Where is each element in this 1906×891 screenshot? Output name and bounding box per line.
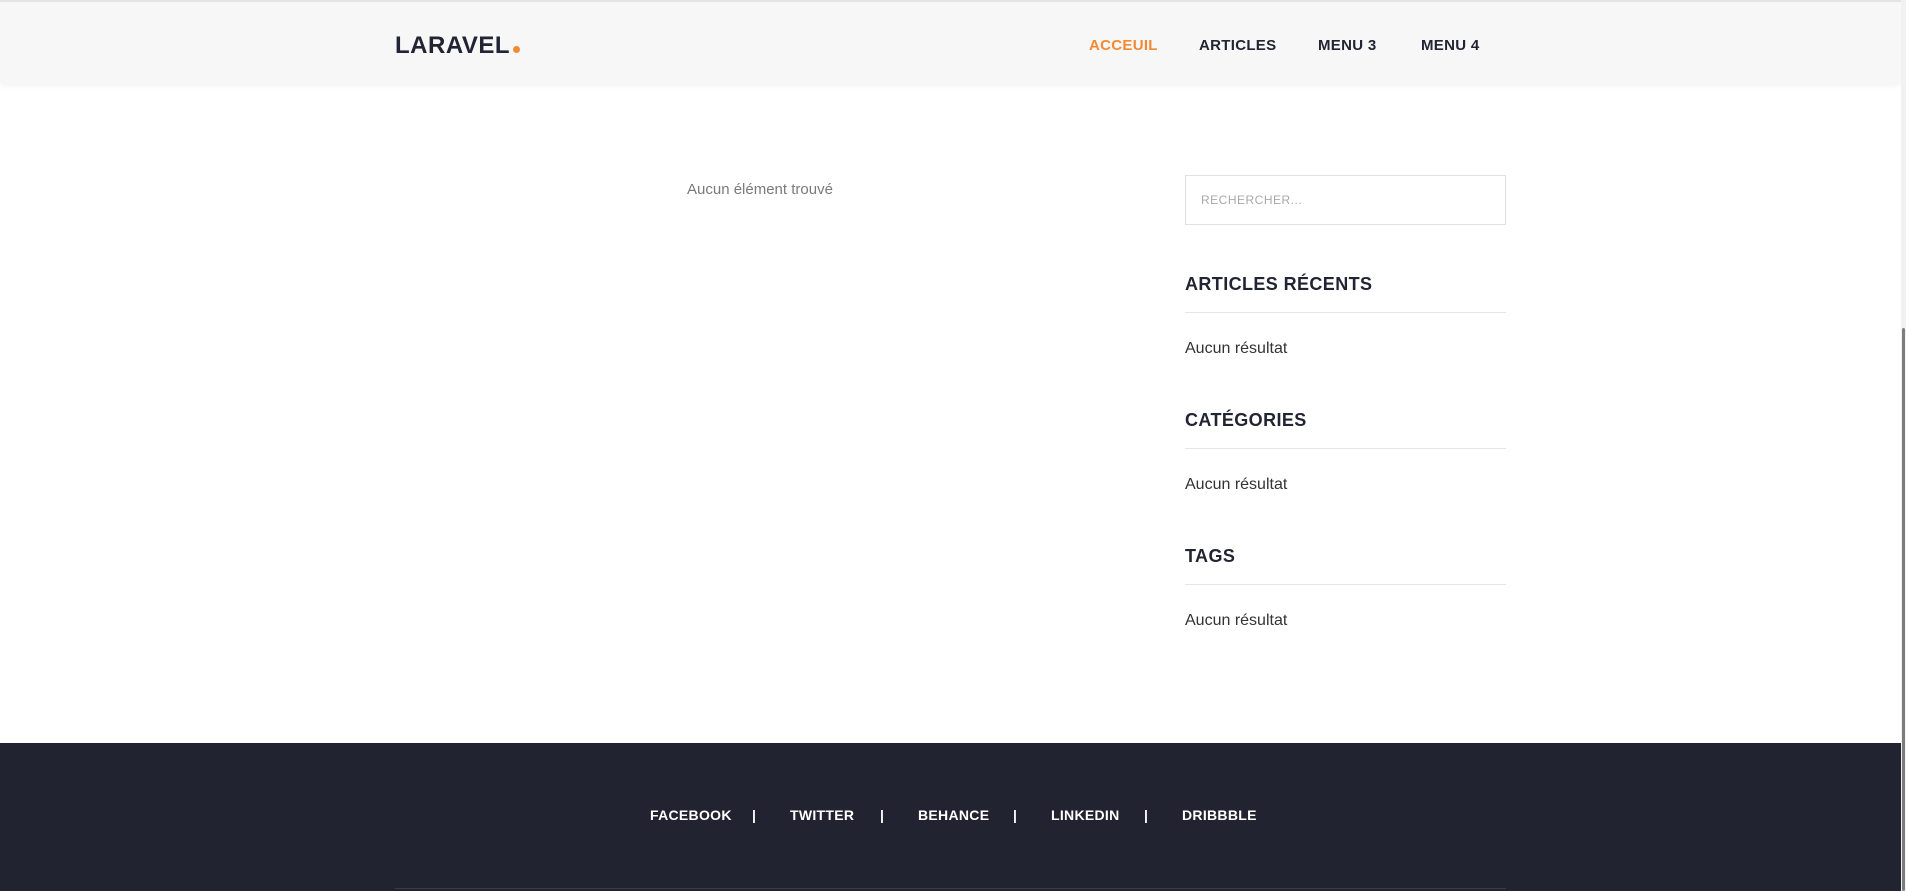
vertical-scrollbar[interactable] [1901, 0, 1906, 891]
social-link-facebook[interactable]: FACEBOOK [650, 805, 732, 825]
widget-empty-text: Aucun résultat [1185, 340, 1288, 357]
sidebar: ARTICLES RÉCENTS Aucun résultat CATÉGORI… [1185, 175, 1506, 629]
social-link-linkedin[interactable]: LINKEDIN [1051, 805, 1120, 825]
nav-item-menu-3[interactable]: MENU 3 [1318, 36, 1376, 56]
site-footer: FACEBOOK | TWITTER | BEHANCE | LINKEDIN … [0, 743, 1901, 891]
footer-divider [395, 888, 1506, 889]
search-input[interactable] [1186, 176, 1505, 224]
widget-tags: TAGS Aucun résultat [1185, 544, 1506, 631]
widget-title: TAGS [1185, 544, 1506, 585]
social-link-behance[interactable]: BEHANCE [918, 805, 989, 825]
site-header: LARAVEL ACCEUIL ARTICLES MENU 3 MENU 4 [0, 0, 1901, 83]
widget-empty-text: Aucun résultat [1185, 612, 1288, 629]
link-separator: | [1144, 807, 1148, 823]
social-link-dribbble[interactable]: DRIBBBLE [1182, 805, 1257, 825]
widget-title: CATÉGORIES [1185, 408, 1506, 449]
scrollbar-thumb[interactable] [1902, 328, 1905, 891]
social-link-twitter[interactable]: TWITTER [790, 805, 854, 825]
search-widget [1185, 175, 1506, 225]
widget-title: ARTICLES RÉCENTS [1185, 272, 1506, 313]
link-separator: | [752, 807, 756, 823]
empty-results-message: Aucun élément trouvé [687, 181, 833, 198]
widget-categories: CATÉGORIES Aucun résultat [1185, 408, 1506, 495]
social-links: FACEBOOK | TWITTER | BEHANCE | LINKEDIN … [0, 805, 1901, 825]
page: LARAVEL ACCEUIL ARTICLES MENU 3 MENU 4 A… [0, 0, 1901, 891]
widget-recent-articles: ARTICLES RÉCENTS Aucun résultat [1185, 272, 1506, 359]
main-nav: ACCEUIL ARTICLES MENU 3 MENU 4 [0, 36, 1901, 56]
link-separator: | [1013, 807, 1017, 823]
nav-item-menu-4[interactable]: MENU 4 [1421, 36, 1479, 56]
nav-item-articles[interactable]: ARTICLES [1199, 36, 1276, 56]
browser-viewport: LARAVEL ACCEUIL ARTICLES MENU 3 MENU 4 A… [0, 0, 1906, 891]
widget-empty-text: Aucun résultat [1185, 476, 1288, 493]
link-separator: | [880, 807, 884, 823]
nav-item-acceuil[interactable]: ACCEUIL [1089, 36, 1158, 56]
